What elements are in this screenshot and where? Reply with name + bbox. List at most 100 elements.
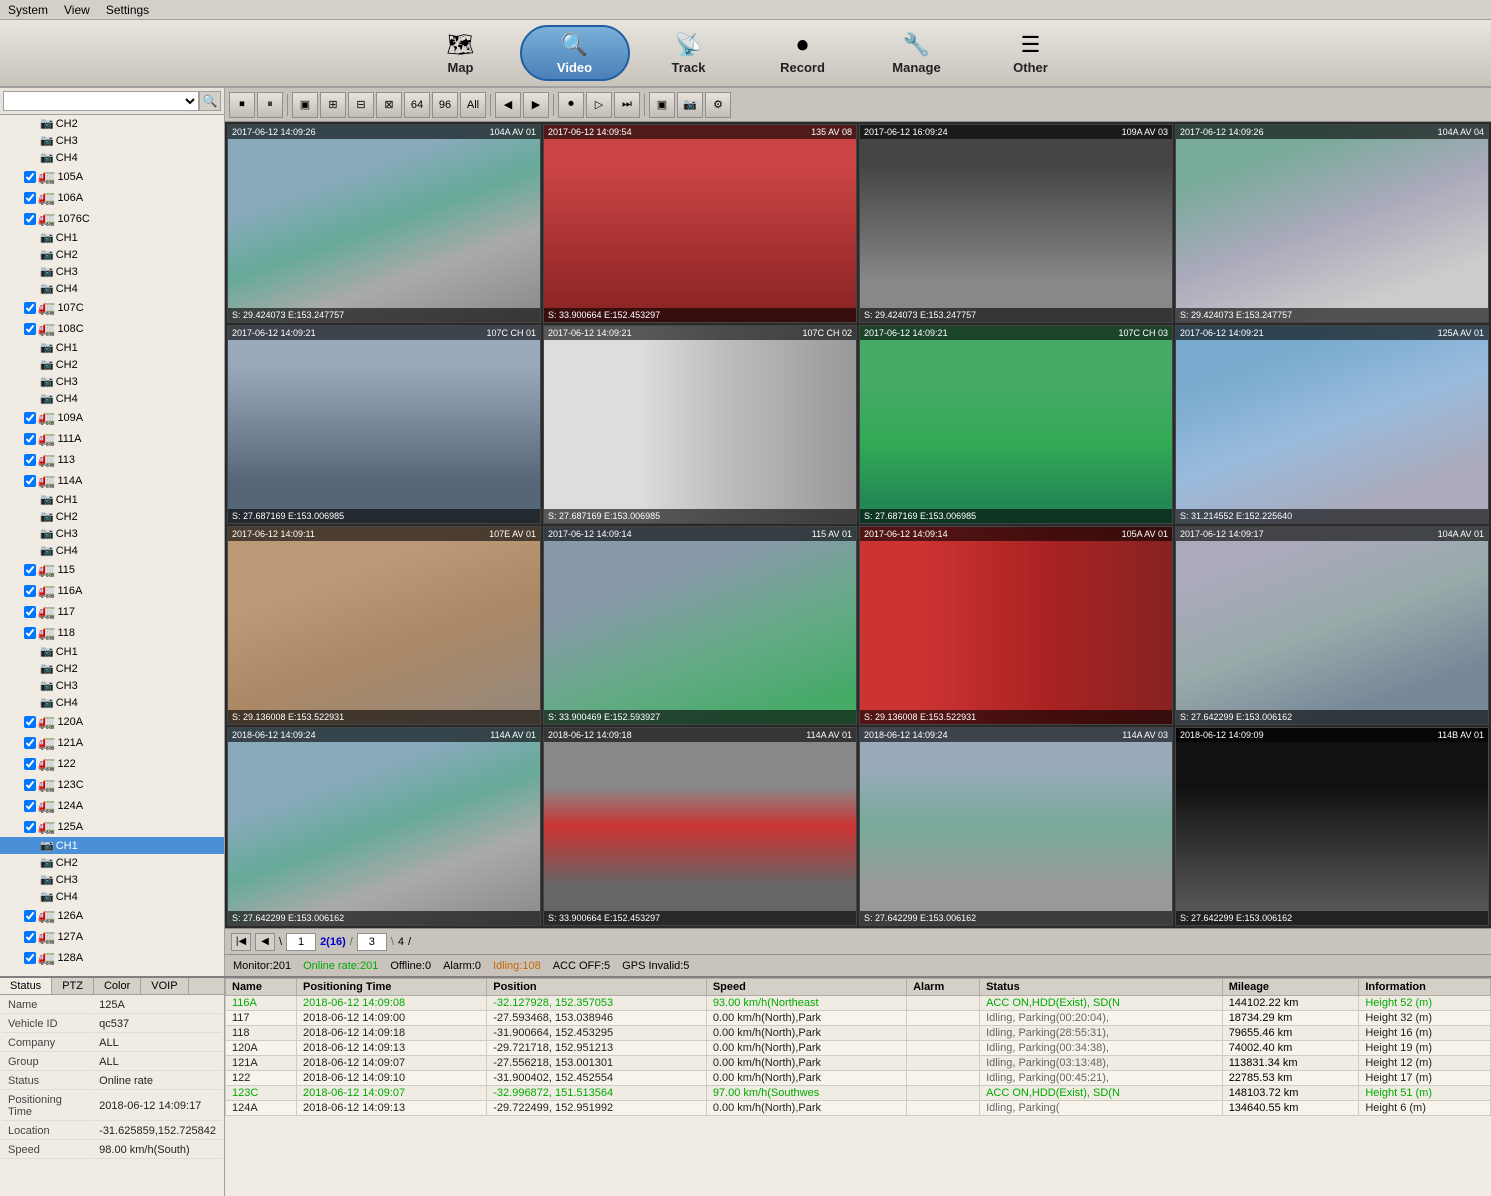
tree-ch3-1[interactable]: 📷 CH3 [0, 132, 224, 149]
tree-120a[interactable]: 🚛 120A [0, 711, 224, 732]
tb-grid16[interactable]: ⊠ [376, 92, 402, 118]
tree-ch2-3[interactable]: 📷 CH2 [0, 356, 224, 373]
tb-grid1[interactable]: ▣ [292, 92, 318, 118]
tree-checkbox[interactable] [24, 454, 36, 466]
tree-125a[interactable]: 🚛 125A [0, 816, 224, 837]
tree-checkbox[interactable] [24, 302, 36, 314]
tree-106a[interactable]: 🚛 106A [0, 187, 224, 208]
tb-prev[interactable]: ◀ [495, 92, 521, 118]
tree-111a[interactable]: 🚛 111A [0, 428, 224, 449]
tree-ch1-4[interactable]: 📷 CH1 [0, 491, 224, 508]
page-first[interactable]: |◀ [231, 933, 251, 951]
page-prev[interactable]: ◀ [255, 933, 275, 951]
tree-ch3-4[interactable]: 📷 CH3 [0, 525, 224, 542]
tree-checkbox[interactable] [24, 758, 36, 770]
video-cell-1[interactable]: 2017-06-12 14:09:26 104A AV 01 S: 29.424… [227, 124, 541, 323]
tree-105a[interactable]: 🚛 105A [0, 166, 224, 187]
tb-screen[interactable]: ▣ [649, 92, 675, 118]
tree-checkbox[interactable] [24, 213, 36, 225]
tree-checkbox[interactable] [24, 821, 36, 833]
tree-124a[interactable]: 🚛 124A [0, 795, 224, 816]
tree-ch3-2[interactable]: 📷 CH3 [0, 263, 224, 280]
tree-122[interactable]: 🚛 122 [0, 753, 224, 774]
video-cell-12[interactable]: 2017-06-12 14:09:17 104A AV 01 S: 27.642… [1175, 526, 1489, 725]
tb-ff[interactable]: ⏭ [614, 92, 640, 118]
video-cell-10[interactable]: 2017-06-12 14:09:14 115 AV 01 S: 33.9004… [543, 526, 857, 725]
tree-116a[interactable]: 🚛 116A [0, 580, 224, 601]
tree-checkbox[interactable] [24, 737, 36, 749]
tb-settings[interactable]: ⚙ [705, 92, 731, 118]
tree-checkbox[interactable] [24, 192, 36, 204]
tree-121a[interactable]: 🚛 121A [0, 732, 224, 753]
nav-video[interactable]: 🔍 Video [520, 25, 630, 81]
video-cell-6[interactable]: 2017-06-12 14:09:21 107C CH 02 S: 27.687… [543, 325, 857, 524]
video-cell-3[interactable]: 2017-06-12 16:09:24 109A AV 03 S: 29.424… [859, 124, 1173, 323]
tree-115[interactable]: 🚛 115 [0, 559, 224, 580]
tree-ch4-5[interactable]: 📷 CH4 [0, 694, 224, 711]
tree-ch1-3[interactable]: 📷 CH1 [0, 339, 224, 356]
menu-view[interactable]: View [64, 3, 90, 17]
tree-checkbox[interactable] [24, 606, 36, 618]
menu-system[interactable]: System [8, 3, 48, 17]
tree-checkbox[interactable] [24, 585, 36, 597]
menu-settings[interactable]: Settings [106, 3, 149, 17]
tree-ch2-4[interactable]: 📷 CH2 [0, 508, 224, 525]
bl-tab-ptz[interactable]: PTZ [52, 978, 94, 994]
tree-ch4-3[interactable]: 📷 CH4 [0, 390, 224, 407]
tree-checkbox[interactable] [24, 171, 36, 183]
tree-ch3-6[interactable]: 📷 CH3 [0, 871, 224, 888]
tree-checkbox[interactable] [24, 323, 36, 335]
tb-snapshot[interactable]: 📷 [677, 92, 703, 118]
tree-123c[interactable]: 🚛 123C [0, 774, 224, 795]
data-table-scroll[interactable]: Name Positioning Time Position Speed Ala… [225, 978, 1491, 1196]
tree-108c[interactable]: 🚛 108C [0, 318, 224, 339]
bl-tab-voip[interactable]: VOIP [141, 978, 188, 994]
tree-ch1-2[interactable]: 📷 CH1 [0, 229, 224, 246]
tree-ch4-2[interactable]: 📷 CH4 [0, 280, 224, 297]
table-row[interactable]: 116A 2018-06-12 14:09:08 -32.127928, 152… [226, 996, 1491, 1011]
tree-ch3-5[interactable]: 📷 CH3 [0, 677, 224, 694]
nav-other[interactable]: ☰ Other [976, 25, 1086, 81]
video-cell-14[interactable]: 2018-06-12 14:09:18 114A AV 01 S: 33.900… [543, 727, 857, 926]
tree-127a[interactable]: 🚛 127A [0, 926, 224, 947]
table-row[interactable]: 117 2018-06-12 14:09:00 -27.593468, 153.… [226, 1011, 1491, 1026]
nav-record[interactable]: ⏺ Record [748, 25, 858, 81]
tree-checkbox[interactable] [24, 412, 36, 424]
tb-pause[interactable]: ⏸ [257, 92, 283, 118]
tb-96[interactable]: 96 [432, 92, 458, 118]
tb-play[interactable]: ▷ [586, 92, 612, 118]
video-cell-13[interactable]: 2018-06-12 14:09:24 114A AV 01 S: 27.642… [227, 727, 541, 926]
tree-checkbox[interactable] [24, 627, 36, 639]
tree-113[interactable]: 🚛 113 [0, 449, 224, 470]
tree-114a[interactable]: 🚛 114A [0, 470, 224, 491]
table-row[interactable]: 118 2018-06-12 14:09:18 -31.900664, 152.… [226, 1026, 1491, 1041]
tree-1076c[interactable]: 🚛 1076C [0, 208, 224, 229]
tree-ch2-1[interactable]: 📷 CH2 [0, 115, 224, 132]
tree-ch2-6[interactable]: 📷 CH2 [0, 854, 224, 871]
tree-checkbox[interactable] [24, 564, 36, 576]
video-cell-2[interactable]: 2017-06-12 14:09:54 135 AV 08 S: 33.9006… [543, 124, 857, 323]
tree-checkbox[interactable] [24, 952, 36, 964]
tree-109a[interactable]: 🚛 109A [0, 407, 224, 428]
tree-ch2-2[interactable]: 📷 CH2 [0, 246, 224, 263]
page-input-3[interactable] [357, 933, 387, 951]
bl-tab-status[interactable]: Status [0, 978, 52, 994]
nav-manage[interactable]: 🔧 Manage [862, 25, 972, 81]
video-cell-8[interactable]: 2017-06-12 14:09:21 125A AV 01 S: 31.214… [1175, 325, 1489, 524]
table-row[interactable]: 122 2018-06-12 14:09:10 -31.900402, 152.… [226, 1071, 1491, 1086]
nav-map[interactable]: 🗺 Map [406, 25, 516, 81]
tree-checkbox[interactable] [24, 931, 36, 943]
tree-118[interactable]: 🚛 118 [0, 622, 224, 643]
tree-checkbox[interactable] [24, 433, 36, 445]
table-row[interactable]: 120A 2018-06-12 14:09:13 -29.721718, 152… [226, 1041, 1491, 1056]
tree-126a[interactable]: 🚛 126A [0, 905, 224, 926]
video-cell-11[interactable]: 2017-06-12 14:09:14 105A AV 01 S: 29.136… [859, 526, 1173, 725]
video-cell-16[interactable]: 2018-06-12 14:09:09 114B AV 01 S: 27.642… [1175, 727, 1489, 926]
tb-grid4[interactable]: ⊞ [320, 92, 346, 118]
bl-tab-color[interactable]: Color [94, 978, 141, 994]
tree-128a[interactable]: 🚛 128A [0, 947, 224, 968]
tb-grid9[interactable]: ⊟ [348, 92, 374, 118]
page-input-1[interactable] [286, 933, 316, 951]
video-cell-9[interactable]: 2017-06-12 14:09:11 107E AV 01 S: 29.136… [227, 526, 541, 725]
table-row[interactable]: 124A 2018-06-12 14:09:13 -29.722499, 152… [226, 1101, 1491, 1116]
